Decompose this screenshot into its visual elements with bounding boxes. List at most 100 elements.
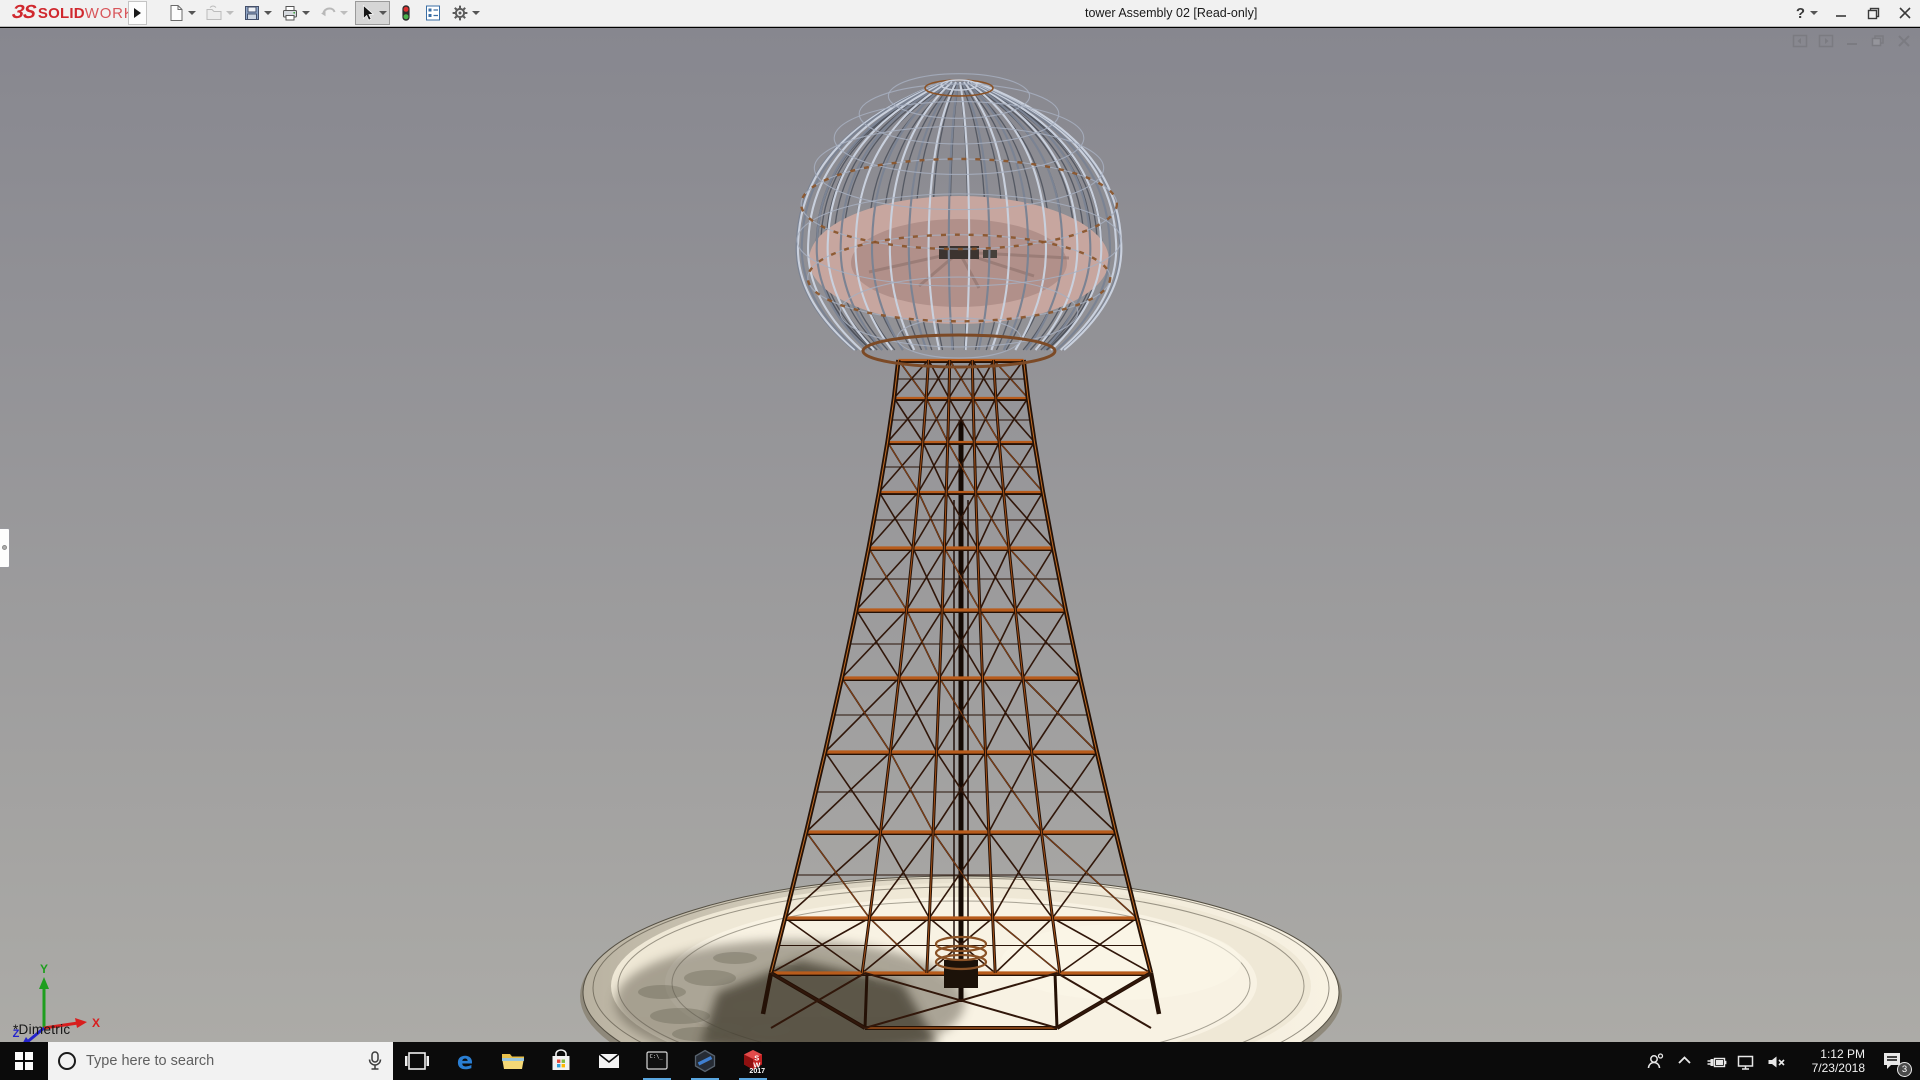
store-icon: [552, 1049, 570, 1070]
svg-text:e: e: [457, 1048, 473, 1074]
feature-panel-collapse-tab[interactable]: [0, 528, 10, 568]
tray-people-button[interactable]: [1641, 1042, 1671, 1080]
model-canvas[interactable]: [0, 28, 1920, 1043]
minimize-icon: [1847, 43, 1857, 45]
titlebar-right-controls: ?: [1796, 0, 1914, 26]
chevron-down-icon: [226, 11, 234, 15]
new-document-button[interactable]: [165, 1, 198, 25]
restore-icon: [1867, 7, 1879, 19]
dassault-mark: ЗS: [10, 2, 37, 23]
cortana-icon: [58, 1052, 76, 1070]
solidworks-2017-icon: SW2017: [744, 1050, 765, 1074]
doc-restore-button[interactable]: [1870, 33, 1886, 49]
taskbar-app-edge[interactable]: e: [441, 1042, 489, 1080]
doc-pane-right-button[interactable]: [1818, 33, 1834, 49]
action-center-button[interactable]: 3: [1869, 1042, 1915, 1080]
titlebar: ЗS SOLID WORKS tower Assembly 02 [Read-on…: [0, 0, 1920, 27]
tray-hidden-icons-chevron-button[interactable]: [1671, 1042, 1701, 1080]
options-gear-button[interactable]: [449, 1, 482, 25]
svg-text:2017: 2017: [749, 1068, 765, 1074]
chevron-down-icon[interactable]: [302, 11, 310, 15]
hidden-icons-chevron-icon: [1677, 1055, 1691, 1064]
volume-muted-icon: [1768, 1056, 1785, 1067]
hexagon-app-icon: [694, 1049, 716, 1073]
undo-icon: [321, 7, 336, 17]
help-icon: ?: [1795, 4, 1805, 22]
open-icon: [206, 5, 222, 20]
mail-icon: [598, 1053, 620, 1068]
open-button: [203, 1, 236, 25]
window-title: tower Assembly 02 [Read-only]: [1085, 6, 1258, 20]
notification-badge: 3: [1897, 1062, 1912, 1077]
panel-handle-dot: [2, 545, 7, 550]
taskbar-search[interactable]: Type here to search: [48, 1042, 393, 1080]
tray-icon-row: [1641, 1042, 1791, 1080]
doc-minimize-button[interactable]: [1844, 33, 1860, 49]
microphone-icon: [368, 1051, 382, 1070]
print-button[interactable]: [279, 1, 312, 25]
view-orientation-label: *Dimetric: [13, 1022, 71, 1037]
print-icon: [283, 6, 297, 21]
taskbar: Type here to search e C:\_ S W 2017 1:12 PM …: [0, 1042, 1920, 1080]
chevron-down-icon: [1810, 11, 1818, 15]
taskbar-app-mail[interactable]: [585, 1042, 633, 1080]
svg-text:C:\_: C:\_: [650, 1054, 664, 1060]
system-tray: 1:12 PM 7/23/2018 3: [1641, 1042, 1920, 1080]
taskbar-app-row: e C:\_ S W 2017: [393, 1042, 777, 1080]
search-placeholder: Type here to search: [86, 1053, 215, 1069]
play-triangle-icon: [134, 8, 141, 18]
taskbar-app-store[interactable]: [537, 1042, 585, 1080]
select-cursor-button[interactable]: [355, 1, 390, 25]
close-button[interactable]: [1896, 4, 1914, 22]
menu-flyout-button[interactable]: [128, 1, 147, 25]
pane-right-icon: [1818, 34, 1834, 48]
close-icon: [1899, 7, 1911, 19]
svg-text:Y: Y: [40, 962, 48, 976]
clock-date: 7/23/2018: [1811, 1061, 1865, 1075]
file-explorer-icon: [502, 1054, 524, 1069]
help-button[interactable]: ?: [1796, 5, 1818, 22]
tray-network-button[interactable]: [1731, 1042, 1761, 1080]
tray-battery-button[interactable]: [1701, 1042, 1731, 1080]
close-icon: [1898, 35, 1910, 47]
task-view-icon: [405, 1052, 429, 1070]
select-cursor-icon: [363, 4, 375, 21]
doc-close-button[interactable]: [1896, 33, 1912, 49]
minimize-button[interactable]: [1832, 4, 1850, 22]
people-icon: [1647, 1052, 1663, 1068]
battery-icon: [1707, 1057, 1726, 1067]
file-properties-button[interactable]: [422, 1, 444, 25]
tray-volume-muted-button[interactable]: [1761, 1042, 1791, 1080]
traffic-light-button[interactable]: [395, 1, 417, 25]
chevron-down-icon: [340, 11, 348, 15]
taskbar-app-hexagon-app[interactable]: [681, 1042, 729, 1080]
traffic-light-icon: [402, 5, 410, 21]
save-button[interactable]: [241, 1, 274, 25]
logo-text-solid: SOLID: [37, 4, 85, 22]
restore-icon: [1871, 35, 1884, 47]
quick-access-toolbar: [165, 0, 487, 26]
taskbar-app-command-prompt[interactable]: C:\_: [633, 1042, 681, 1080]
taskbar-app-file-explorer[interactable]: [489, 1042, 537, 1080]
save-icon: [245, 6, 259, 20]
taskbar-app-task-view[interactable]: [393, 1042, 441, 1080]
chevron-down-icon[interactable]: [188, 11, 196, 15]
new-document-icon: [170, 5, 183, 21]
clock-time: 1:12 PM: [1820, 1047, 1865, 1061]
graphics-viewport[interactable]: YXZ *Dimetric: [0, 28, 1920, 1043]
file-properties-icon: [426, 5, 440, 21]
document-window-controls: [1792, 33, 1912, 49]
chevron-down-icon[interactable]: [379, 11, 387, 15]
chevron-down-icon[interactable]: [472, 11, 480, 15]
taskbar-app-solidworks-2017[interactable]: S W 2017: [729, 1042, 777, 1080]
network-icon: [1737, 1055, 1753, 1070]
doc-pane-left-button[interactable]: [1792, 33, 1808, 49]
start-button[interactable]: [0, 1042, 48, 1080]
edge-icon: e: [457, 1048, 473, 1074]
command-prompt-icon: C:\_: [646, 1051, 668, 1070]
undo-button: [317, 1, 350, 25]
restore-button[interactable]: [1864, 4, 1882, 22]
chevron-down-icon[interactable]: [264, 11, 272, 15]
tray-clock[interactable]: 1:12 PM 7/23/2018: [1791, 1047, 1869, 1075]
windows-logo-icon: [15, 1052, 33, 1070]
